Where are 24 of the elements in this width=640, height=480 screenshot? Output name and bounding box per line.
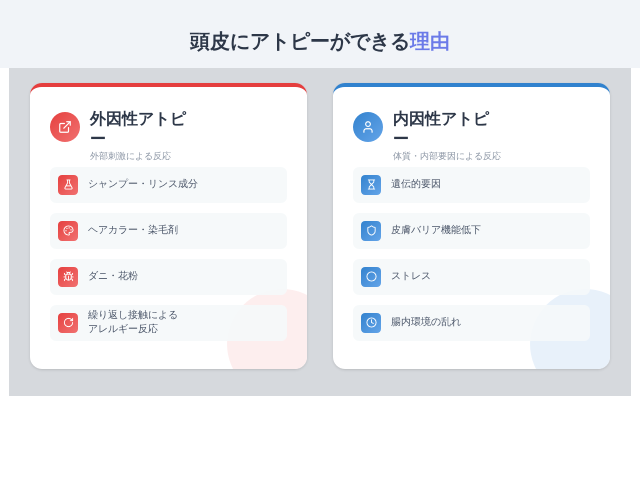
clock-icon xyxy=(366,317,376,328)
item-text: シャンプー・リンス成分 xyxy=(88,178,198,192)
item-text: 腸内環境の乱れ xyxy=(391,316,461,330)
card-subtitle: 体質・内部要因による反応 xyxy=(393,151,501,164)
bug-icon xyxy=(62,271,74,282)
card-subtitle: 外部刺激による反応 xyxy=(90,151,172,164)
item-text: アレルギー反応 xyxy=(88,322,159,336)
item-text: ストレス xyxy=(391,270,431,284)
item-text: ヘアカラー・染毛剤 xyxy=(88,224,178,238)
item-text: 繰り返し接触による xyxy=(88,308,178,322)
palette-icon xyxy=(62,225,74,236)
refresh-icon xyxy=(62,317,74,328)
item-text: 遺伝的要因 xyxy=(391,178,441,192)
external-link-icon xyxy=(58,120,72,134)
user-icon xyxy=(361,120,375,134)
card-title: 内因性アトピー xyxy=(393,109,490,149)
item-text: 皮膚バリア機能低下 xyxy=(391,224,481,238)
item-text: ダニ・花粉 xyxy=(88,270,138,284)
card-title: 外因性アトピー xyxy=(90,109,188,149)
flask-icon xyxy=(62,179,74,190)
page-title: 頭皮にアトピーができる理由 xyxy=(190,28,450,55)
circle-icon xyxy=(366,271,376,282)
shield-icon xyxy=(366,225,376,236)
hourglass-icon xyxy=(366,179,376,190)
